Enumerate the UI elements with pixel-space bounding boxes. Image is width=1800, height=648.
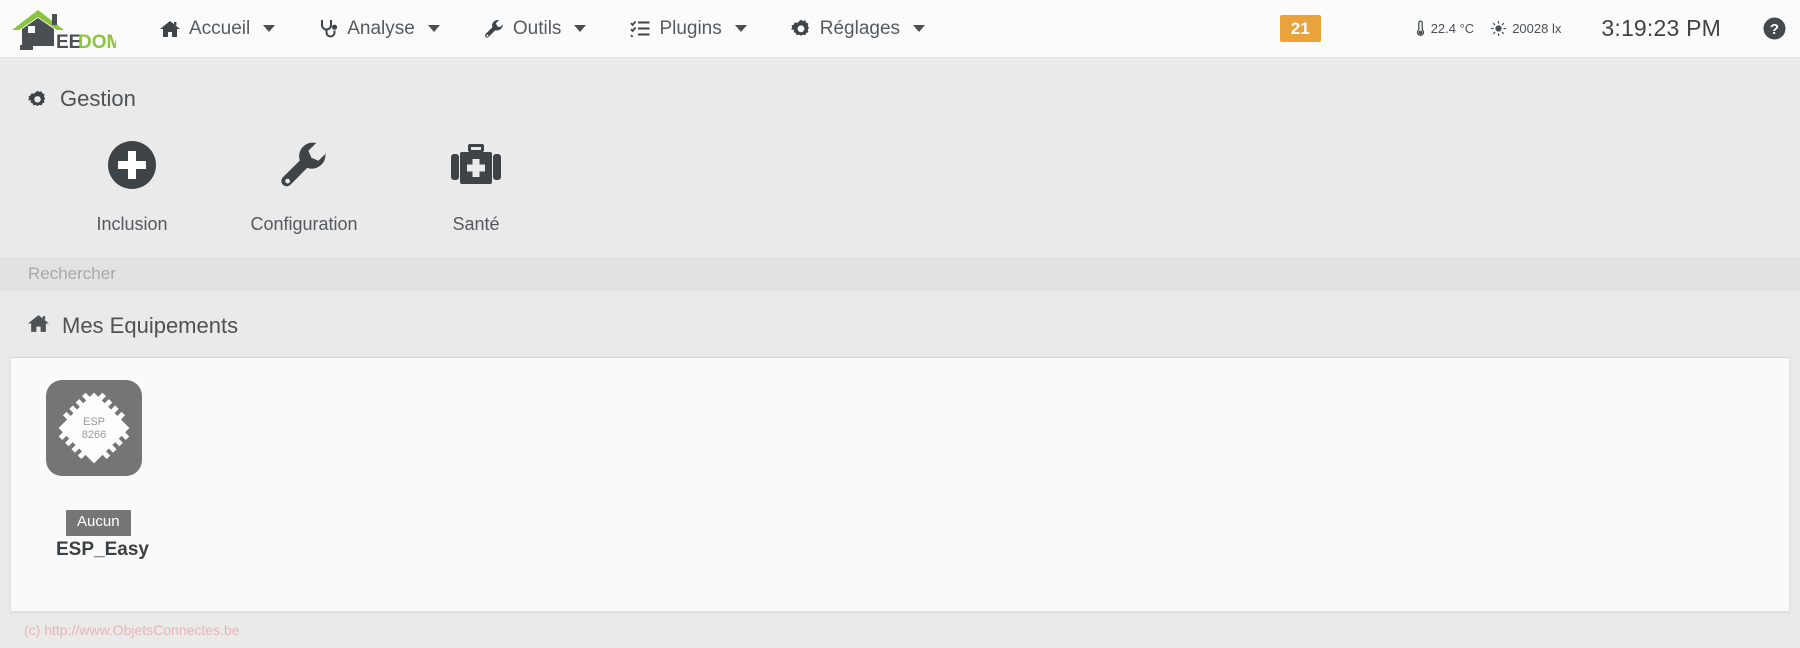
action-sante[interactable]: Santé [390, 134, 562, 235]
chevron-down-icon [263, 25, 276, 32]
luminosity-sensor: 20028 lx [1491, 21, 1561, 36]
nav-item-label: Outils [512, 17, 562, 39]
search-input[interactable]: Rechercher [0, 257, 1800, 291]
plus-circle-icon [46, 134, 218, 196]
temperature-value: 22.4 °C [1430, 21, 1475, 36]
svg-text:8266: 8266 [82, 429, 106, 441]
gestion-actions: Inclusion Configuration Santé [0, 112, 1800, 235]
clock-display: 3:19:23 PM [1601, 15, 1721, 41]
nav-item-analyse[interactable]: Analyse [297, 0, 462, 58]
sun-icon [1491, 21, 1507, 36]
temperature-sensor: 22.4 °C [1416, 20, 1475, 37]
question-circle-icon[interactable]: ? [1763, 17, 1786, 40]
chevron-down-icon [913, 25, 926, 32]
message-count-badge[interactable]: 21 [1279, 15, 1321, 42]
equipments-section-title: Mes Equipements [0, 291, 1800, 339]
main-menu: Accueil Analyse Outils Plugins Réglages [138, 0, 947, 58]
nav-item-label: Accueil [189, 17, 251, 39]
chevron-down-icon [574, 25, 587, 32]
equipments-title: Mes Equipements [62, 313, 239, 338]
nav-item-label: Analyse [347, 17, 415, 39]
stethoscope-icon [319, 19, 338, 39]
medkit-icon [390, 134, 562, 196]
footer-copyright: (c) http://www.ObjetsConnectes.be [24, 622, 240, 638]
esp8266-chip-icon: ESP 8266 [50, 384, 138, 472]
nav-item-plugins[interactable]: Plugins [608, 0, 768, 58]
gestion-section-title: Gestion [0, 58, 1800, 112]
svg-text:?: ? [1770, 21, 1779, 38]
action-label: Configuration [250, 214, 358, 234]
list-check-icon [630, 20, 650, 37]
topnav-right-group: 21 22.4 °C 20028 lx 3:19:23 PM ? [1279, 0, 1786, 58]
device-name: ESP_Easy [56, 538, 149, 560]
action-inclusion[interactable]: Inclusion [46, 134, 218, 235]
search-placeholder: Rechercher [28, 264, 116, 283]
luminosity-value: 20028 lx [1512, 21, 1562, 36]
sensor-summary: 22.4 °C 20028 lx [1416, 20, 1561, 37]
action-label: Inclusion [96, 214, 168, 234]
nav-item-outils[interactable]: Outils [462, 0, 609, 58]
device-thumbnail[interactable]: ESP 8266 [46, 380, 142, 476]
wrench-icon [484, 19, 504, 39]
nav-item-reglages[interactable]: Réglages [769, 0, 947, 58]
gear-icon [790, 19, 811, 39]
device-status-badge: Aucun [66, 510, 131, 536]
gear-icon [28, 90, 47, 109]
jeedom-logo[interactable]: EE DOM [6, 6, 116, 52]
chevron-down-icon [427, 25, 440, 32]
svg-text:DOM: DOM [78, 32, 116, 52]
nav-item-accueil[interactable]: Accueil [138, 0, 297, 58]
chevron-down-icon [734, 25, 747, 32]
svg-text:ESP: ESP [83, 416, 105, 428]
home-icon [160, 20, 180, 38]
action-configuration[interactable]: Configuration [218, 134, 390, 235]
thermometer-icon [1416, 20, 1425, 37]
device-tile-esp-easy[interactable]: ESP 8266 Aucun ESP_Easy [46, 380, 216, 561]
home-icon [28, 313, 49, 339]
nav-item-label: Plugins [659, 17, 722, 39]
top-navigation-bar: EE DOM Accueil Analyse Outils Plugins Ré… [0, 0, 1800, 58]
equipments-panel: ESP 8266 Aucun ESP_Easy [10, 357, 1790, 612]
page-title: Gestion [60, 86, 136, 111]
action-label: Santé [452, 214, 500, 234]
wrench-icon [218, 134, 390, 196]
nav-item-label: Réglages [819, 17, 901, 39]
page-content: Gestion Inclusion Configuration Santé Re… [0, 58, 1800, 648]
